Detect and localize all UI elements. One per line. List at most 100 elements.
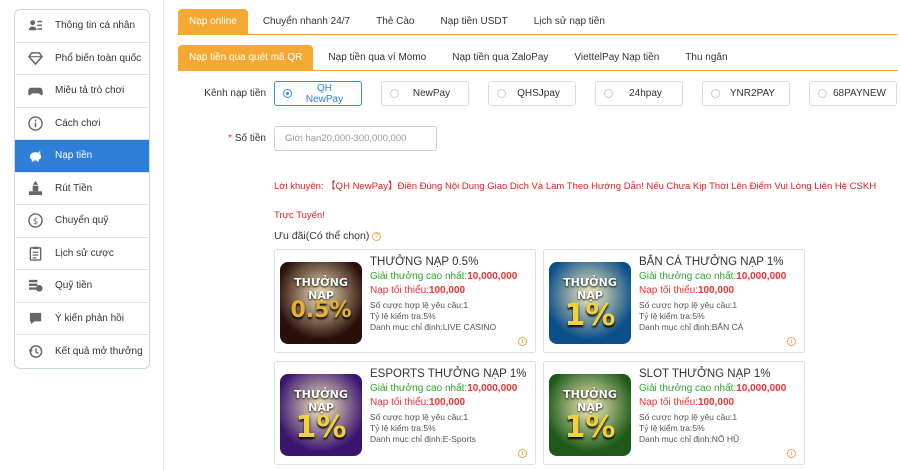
category-text: Danh mục chỉ định:E-Sports xyxy=(370,434,476,444)
tab[interactable]: Chuyển nhanh 24/7 xyxy=(252,9,361,35)
sidebar-item-label: Chuyển quỹ xyxy=(55,215,109,227)
rollover-text: Số cược hợp lệ yêu cầu:1 xyxy=(370,412,469,422)
category-text: Danh mục chỉ định:NỔ HŨ xyxy=(639,434,740,444)
max-reward-label: Giải thưởng cao nhất: xyxy=(639,383,737,394)
channel-option[interactable]: NewPay xyxy=(381,81,469,106)
sidebar-item[interactable]: Thông tin cá nhân xyxy=(15,10,149,43)
sidebar-item[interactable]: Ý kiến phản hồi xyxy=(15,303,149,335)
sidebar-item[interactable]: $ Chuyển quỹ xyxy=(15,205,149,238)
sidebar-item[interactable]: Phổ biến toàn quốc xyxy=(15,43,149,75)
sidebar-item-label: Kết quả mở thưởng xyxy=(55,345,143,357)
max-reward-value: 10,000,000 xyxy=(467,383,518,394)
min-deposit-value: 100,000 xyxy=(697,397,735,408)
tab[interactable]: Lịch sử nạp tiền xyxy=(523,9,616,35)
info-icon[interactable]: i xyxy=(787,449,796,458)
channel-option[interactable]: 24hpay xyxy=(595,81,683,106)
channel-options: QH NewPay NewPay QHSJpay 24hpay YNR2PAY 68PAY… xyxy=(274,81,900,106)
sidebar-item-label: Quỹ tiền xyxy=(55,280,93,292)
info-icon[interactable]: i xyxy=(518,449,527,458)
info-icon[interactable]: i xyxy=(787,337,796,346)
check-rate-text: Tỷ lệ kiểm tra:5% xyxy=(639,311,705,321)
check-rate-text: Tỷ lệ kiểm tra:5% xyxy=(639,423,705,433)
channel-option-label: NewPay xyxy=(412,88,451,99)
rollover-text: Số cược hợp lệ yêu cầu:1 xyxy=(370,300,469,310)
sidebar-menu: Thông tin cá nhân Phổ biến toàn quốc Miêu … xyxy=(14,9,150,369)
promotion-thumbnail: THƯỞNG NẠP 1% xyxy=(280,374,362,456)
thumbnail-percent: 0.5% xyxy=(290,298,352,323)
min-deposit: Nạp tối thiểu:100,000 xyxy=(639,285,734,296)
promotions-title: Ưu đãi(Có thể chọn) xyxy=(274,230,370,242)
channel-option-label: 68PAYNEW xyxy=(833,88,886,99)
min-deposit-value: 100,000 xyxy=(697,285,735,296)
tab[interactable]: Nạp tiền qua ZaloPay xyxy=(441,45,559,71)
max-reward: Giải thưởng cao nhất:10,000,000 xyxy=(370,383,517,394)
max-reward-value: 10,000,000 xyxy=(467,271,518,282)
channel-option[interactable]: QH NewPay xyxy=(274,81,362,106)
tab[interactable]: Nạp tiền USDT xyxy=(429,9,518,35)
tab[interactable]: Thu ngân xyxy=(674,45,738,71)
amount-label: Số tiền xyxy=(234,133,266,144)
info-icon xyxy=(15,115,55,131)
max-reward-label: Giải thưởng cao nhất: xyxy=(370,271,468,282)
sidebar-item-label: Phổ biến toàn quốc xyxy=(55,52,142,64)
promotion-thumbnail: THƯỞNG NẠP 1% xyxy=(549,374,631,456)
withdraw-icon xyxy=(15,180,55,196)
thumbnail-percent: 1% xyxy=(564,298,616,333)
sidebar-item[interactable]: Kết quả mở thưởng xyxy=(15,335,149,368)
info-icon[interactable]: i xyxy=(518,337,527,346)
radio-icon xyxy=(604,89,613,98)
sidebar-item-label: Miêu tả trò chơi xyxy=(55,85,125,97)
thumbnail-percent: 1% xyxy=(295,410,347,445)
amount-input[interactable]: Giới hạn20,000-300,000,000 xyxy=(274,126,437,151)
sidebar-item[interactable]: Nạp tiền xyxy=(15,140,149,173)
sidebar-item[interactable]: Cách chơi xyxy=(15,108,149,140)
tab[interactable]: ViettelPay Nạp tiền xyxy=(563,45,670,71)
thumbnail-percent: 1% xyxy=(564,410,616,445)
promotion-title: SLOT THƯỞNG NẠP 1% xyxy=(639,368,771,380)
tab[interactable]: Nạp online xyxy=(178,9,248,35)
advice-text: Lời khuyên: 【QH NewPay】Điền Đúng Nội Dun… xyxy=(274,181,877,221)
category-text: Danh mục chỉ định:LIVE CASINO xyxy=(370,322,497,332)
sidebar-item-label: Nạp tiền xyxy=(55,150,93,162)
help-icon[interactable]: ? xyxy=(372,231,382,241)
sidebar-item-label: Rút Tiền xyxy=(55,182,93,194)
sidebar-item[interactable]: Quỹ tiền xyxy=(15,270,149,303)
tab[interactable]: Nạp tiền qua quét mã QR xyxy=(178,45,314,71)
promotion-card[interactable]: THƯỞNG NẠP 1% SLOT THƯỞNG NẠP 1% Giải thưởn… xyxy=(543,361,805,465)
feedback-icon xyxy=(15,311,55,326)
sidebar-item[interactable]: Lịch sử cược xyxy=(15,238,149,270)
radio-icon xyxy=(283,89,292,98)
channel-option[interactable]: QHSJpay xyxy=(488,81,576,106)
history-icon xyxy=(15,344,55,359)
tab[interactable]: Thẻ Cào xyxy=(365,9,425,35)
channel-option-label: YNR2PAY xyxy=(729,88,776,99)
promotion-thumbnail: THƯỞNG NẠP 1% xyxy=(549,262,631,344)
promotion-card[interactable]: THƯỞNG NẠP 0.5% THƯỞNG NẠP 0.5% Giải thưởng… xyxy=(274,249,536,353)
sidebar-item[interactable]: Rút Tiền xyxy=(15,173,149,205)
min-deposit-label: Nạp tối thiểu: xyxy=(639,285,698,296)
min-deposit: Nạp tối thiểu:100,000 xyxy=(639,397,734,408)
sidebar-item[interactable]: Miêu tả trò chơi xyxy=(15,75,149,108)
amount-label-wrap: * Số tiền xyxy=(190,133,266,144)
promotion-card[interactable]: THƯỞNG NẠP 1% ESPORTS THƯỞNG NẠP 1% Giải th… xyxy=(274,361,536,465)
max-reward-value: 10,000,000 xyxy=(736,383,787,394)
promotion-title: BẮN CÁ THƯỞNG NẠP 1% xyxy=(639,256,784,268)
gamepad-icon xyxy=(15,83,55,98)
radio-icon xyxy=(818,89,827,98)
rollover-text: Số cược hợp lệ yêu cầu:1 xyxy=(639,412,738,422)
max-reward-label: Giải thưởng cao nhất: xyxy=(639,271,737,282)
tab[interactable]: Nạp tiền qua ví Momo xyxy=(317,45,437,71)
channel-option[interactable]: YNR2PAY xyxy=(702,81,790,106)
sidebar-divider xyxy=(163,0,164,470)
min-deposit-label: Nạp tối thiểu: xyxy=(370,285,429,296)
min-deposit-label: Nạp tối thiểu: xyxy=(639,397,698,408)
channel-option-label: QH NewPay xyxy=(305,82,344,105)
promotions-heading: Ưu đãi(Có thể chọn)? xyxy=(274,230,382,242)
promotion-card[interactable]: THƯỞNG NẠP 1% BẮN CÁ THƯỞNG NẠP 1% Giải thư… xyxy=(543,249,805,353)
diamond-icon xyxy=(15,51,55,66)
coins-icon xyxy=(15,278,55,293)
promotion-title: THƯỞNG NẠP 0.5% xyxy=(370,256,479,268)
min-deposit-value: 100,000 xyxy=(428,285,466,296)
channel-option[interactable]: 68PAYNEW xyxy=(809,81,897,106)
min-deposit-value: 100,000 xyxy=(428,397,466,408)
